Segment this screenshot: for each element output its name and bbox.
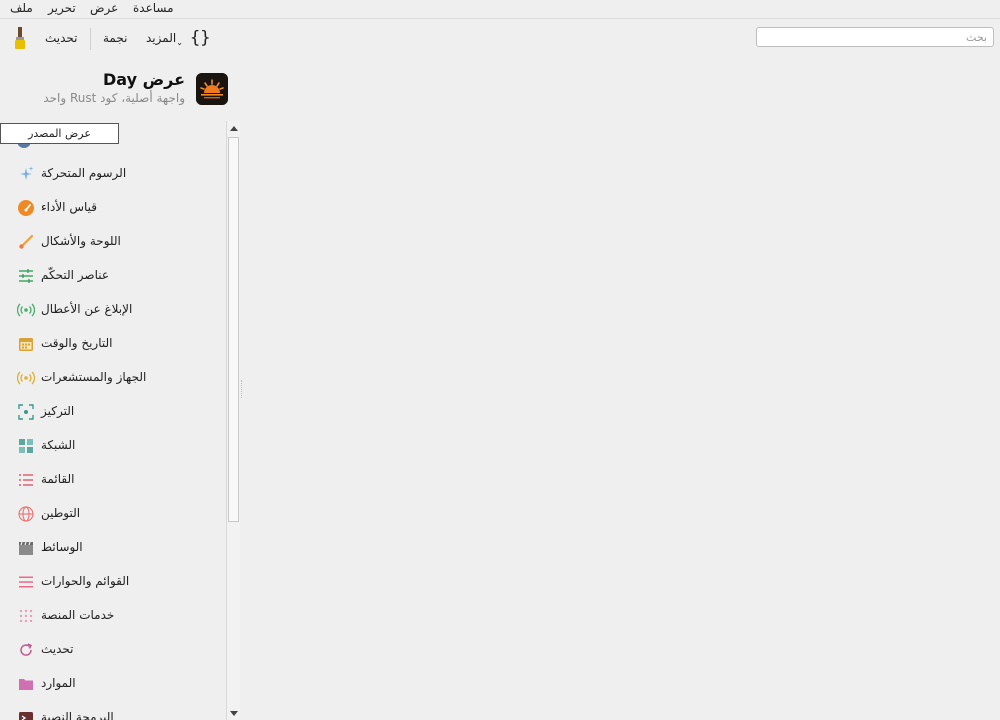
menu-file[interactable]: ملف [10, 1, 33, 15]
signal-icon [17, 303, 35, 317]
grid-icon [19, 439, 33, 453]
sidebar-item-localization[interactable]: التوطين [0, 497, 226, 531]
radar-icon [17, 371, 35, 385]
menu-icon [19, 576, 33, 588]
menu-help[interactable]: مساعدة [133, 1, 174, 15]
sidebar-item-label: البرمجة النصية [41, 710, 114, 720]
sidebar-scrollbar[interactable] [226, 121, 240, 720]
sidebar-item-label: اللوحة والأشكال [41, 234, 121, 248]
gauge-icon [18, 200, 34, 216]
scroll-up-arrow-icon[interactable] [230, 126, 238, 131]
sidebar-item-label: قياس الأداء [41, 200, 97, 214]
sidebar-item-label: خدمات المنصة [41, 608, 115, 622]
refresh-button[interactable]: تحديث [45, 31, 78, 45]
sidebar: الرسوم المتحركة قياس الأداء اللوحة والأش… [0, 121, 226, 720]
sidebar-item-label: الموارد [41, 676, 76, 690]
folder-icon [19, 679, 33, 690]
sidebar-item-media[interactable]: الوسائط [0, 531, 226, 565]
more-menu-button[interactable]: المزيد⌄ [146, 31, 183, 47]
scroll-thumb[interactable] [228, 137, 239, 522]
focus-icon [18, 404, 34, 420]
sidebar-item-label: تحديث [41, 642, 74, 656]
sidebar-item-label: الشبكة [41, 438, 76, 452]
page-subtitle: واجهة أصلية، كود Rust واحد [43, 91, 185, 105]
sidebar-item-label: التركيز [41, 404, 75, 418]
sidebar-item-resources[interactable]: الموارد [0, 667, 226, 701]
star-button[interactable]: نجمة [103, 31, 127, 45]
sidebar-item-update[interactable]: تحديث [0, 633, 226, 667]
clapper-icon [19, 541, 33, 555]
sidebar-item-label: الإبلاغ عن الأعطال [41, 302, 133, 316]
app-logo-icon [196, 73, 228, 105]
more-label: المزيد [146, 31, 177, 45]
brush-icon [19, 234, 34, 249]
scroll-down-arrow-icon[interactable] [230, 711, 238, 716]
sidebar-item-focus[interactable]: التركيز [0, 395, 226, 429]
pane-splitter-handle[interactable] [241, 380, 244, 398]
list-icon [19, 474, 33, 486]
sidebar-item-label: القائمة [41, 472, 75, 486]
sidebar-item-menus-dialogs[interactable]: القوائم والحوارات [0, 565, 226, 599]
sliders-icon [19, 269, 33, 283]
terminal-icon [19, 712, 33, 720]
calendar-icon [19, 338, 33, 351]
sidebar-item-label: الرسوم المتحركة [41, 166, 127, 180]
sparkles-icon [20, 166, 34, 180]
tooltip: عرض المصدر [0, 123, 119, 144]
menu-view[interactable]: عرض [90, 1, 118, 15]
sidebar-item-canvas[interactable]: اللوحة والأشكال [0, 225, 226, 259]
view-source-button[interactable]: {} [190, 28, 210, 48]
menubar: ملف تحرير عرض مساعدة [0, 0, 1000, 19]
search-input[interactable] [756, 27, 994, 47]
theme-brush-button[interactable] [12, 26, 28, 50]
sidebar-item-label: التاريخ والوقت [41, 336, 113, 350]
menu-edit[interactable]: تحرير [48, 1, 76, 15]
chevron-down-icon: ⌄ [176, 38, 183, 47]
sidebar-item-scripting[interactable]: البرمجة النصية [0, 701, 226, 720]
sidebar-item-animations[interactable]: الرسوم المتحركة [0, 157, 226, 191]
sidebar-item-performance[interactable]: قياس الأداء [0, 191, 226, 225]
paint-brush-icon [15, 27, 25, 49]
sidebar-item-label: التوطين [41, 506, 81, 520]
sidebar-item-label: الوسائط [41, 540, 83, 554]
sidebar-item-device-sensors[interactable]: الجهاز والمستشعرات [0, 361, 226, 395]
sidebar-item-list[interactable]: القائمة [0, 463, 226, 497]
refresh-icon [20, 643, 33, 656]
dots-grid-icon [19, 609, 33, 623]
sidebar-item-platform-services[interactable]: خدمات المنصة [0, 599, 226, 633]
sidebar-item-controls[interactable]: عناصر التحكّم [0, 259, 226, 293]
sidebar-item-grid[interactable]: الشبكة [0, 429, 226, 463]
sidebar-item-label: الجهاز والمستشعرات [41, 370, 147, 384]
page-title: عرض Day [103, 70, 185, 89]
globe-icon [18, 506, 34, 522]
sidebar-item-label: القوائم والحوارات [41, 574, 130, 588]
toolbar-separator [90, 28, 91, 50]
sidebar-item-date-time[interactable]: التاريخ والوقت [0, 327, 226, 361]
sidebar-item-label: عناصر التحكّم [41, 268, 110, 282]
sidebar-item-crash-reporting[interactable]: الإبلاغ عن الأعطال [0, 293, 226, 327]
